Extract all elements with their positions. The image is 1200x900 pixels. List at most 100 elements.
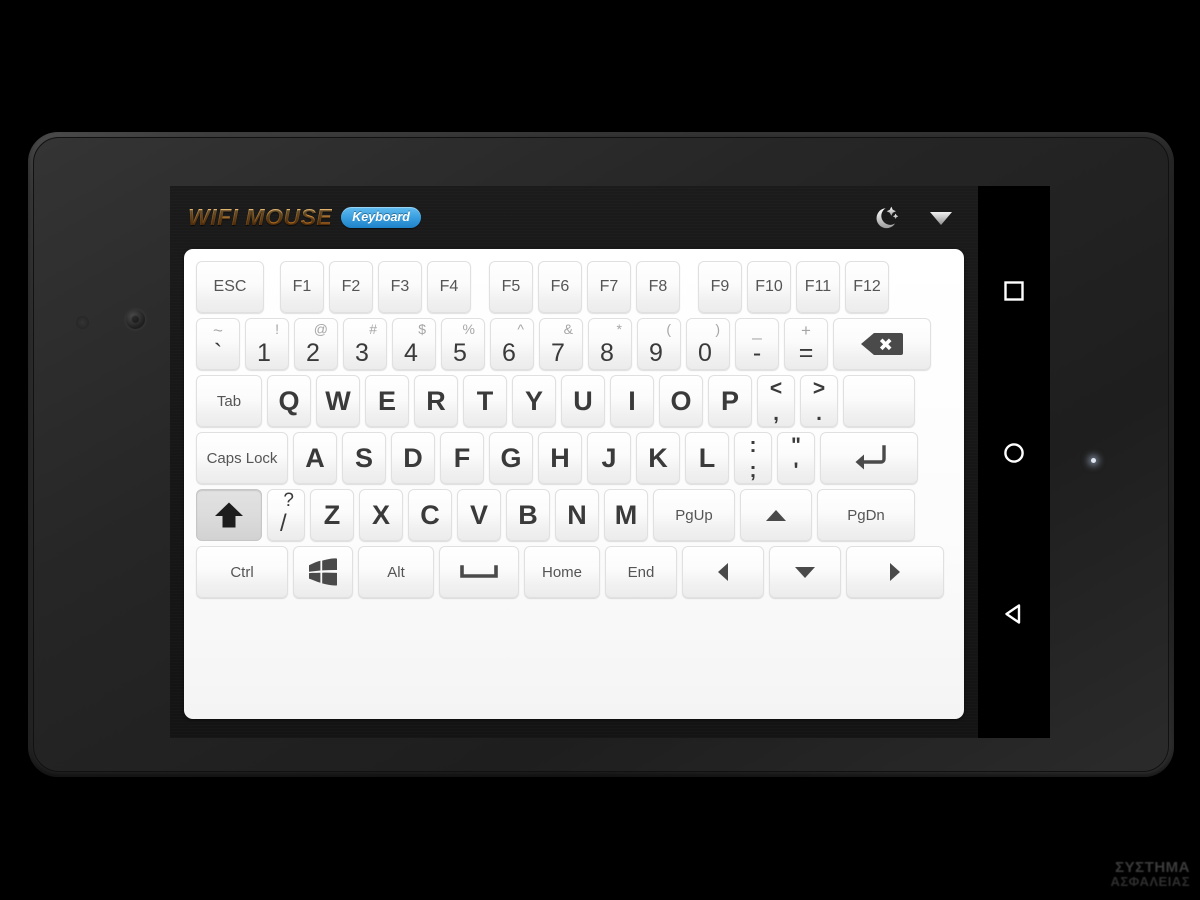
key-digit-7[interactable]: & 7 bbox=[539, 318, 583, 370]
key-digit-4[interactable]: $4 bbox=[392, 318, 436, 370]
key-quote[interactable]: " ' bbox=[777, 432, 815, 484]
key-key-j[interactable]: J bbox=[587, 432, 631, 484]
key-key-z[interactable]: Z bbox=[310, 489, 354, 541]
key-f2[interactable]: F2 bbox=[329, 261, 373, 313]
key-key-k[interactable]: K bbox=[636, 432, 680, 484]
key-f9[interactable]: F9 bbox=[698, 261, 742, 313]
front-camera bbox=[126, 310, 145, 329]
key-arrow-right[interactable] bbox=[846, 546, 944, 598]
key-digit-0[interactable]: ) 0 bbox=[686, 318, 730, 370]
key-key-c[interactable]: C bbox=[408, 489, 452, 541]
key-end[interactable]: End bbox=[605, 546, 677, 598]
key-esc[interactable]: ESC bbox=[196, 261, 264, 313]
notification-led bbox=[1091, 458, 1096, 463]
key-enter[interactable] bbox=[820, 432, 918, 484]
key-f12[interactable]: F12 bbox=[845, 261, 889, 313]
key-arrow-up[interactable] bbox=[740, 489, 812, 541]
key-ctrl[interactable]: Ctrl bbox=[196, 546, 288, 598]
key-label: F10 bbox=[755, 278, 783, 295]
arrow-right-icon bbox=[890, 563, 900, 581]
key-page-up[interactable]: PgUp bbox=[653, 489, 735, 541]
key-f5[interactable]: F5 bbox=[489, 261, 533, 313]
key-key-p[interactable]: P bbox=[708, 375, 752, 427]
key-f10[interactable]: F10 bbox=[747, 261, 791, 313]
key-backslash[interactable] bbox=[843, 375, 915, 427]
key-backquote[interactable]: ~ ` bbox=[196, 318, 240, 370]
moon-icon[interactable] bbox=[870, 201, 904, 235]
key-key-n[interactable]: N bbox=[555, 489, 599, 541]
key-label: F9 bbox=[710, 278, 730, 295]
key-f3[interactable]: F3 bbox=[378, 261, 422, 313]
key-key-l[interactable]: L bbox=[685, 432, 729, 484]
key-label: B bbox=[518, 499, 538, 530]
key-f6[interactable]: F6 bbox=[538, 261, 582, 313]
key-label: A bbox=[305, 442, 325, 473]
key-space[interactable] bbox=[439, 546, 519, 598]
key-home[interactable]: Home bbox=[524, 546, 600, 598]
recents-button[interactable] bbox=[978, 278, 1050, 304]
key-key-f[interactable]: F bbox=[440, 432, 484, 484]
key-semicolon[interactable]: :; bbox=[734, 432, 772, 484]
key-key-h[interactable]: H bbox=[538, 432, 582, 484]
key-digit-3[interactable]: #3 bbox=[343, 318, 387, 370]
key-legend-shifted: ! bbox=[275, 321, 279, 337]
key-key-s[interactable]: S bbox=[342, 432, 386, 484]
key-minus[interactable]: _ - bbox=[735, 318, 779, 370]
key-tab[interactable]: Tab bbox=[196, 375, 262, 427]
key-key-m[interactable]: M bbox=[604, 489, 648, 541]
key-key-b[interactable]: B bbox=[506, 489, 550, 541]
watermark-line-1: ΣΥΣΤΗΜΑ bbox=[1115, 859, 1190, 876]
key-arrow-left[interactable] bbox=[682, 546, 764, 598]
key-backspace[interactable] bbox=[833, 318, 931, 370]
key-slash[interactable]: ? / bbox=[267, 489, 305, 541]
key-digit-2[interactable]: @2 bbox=[294, 318, 338, 370]
key-f1[interactable]: F1 bbox=[280, 261, 324, 313]
key-arrow-down[interactable] bbox=[769, 546, 841, 598]
key-key-g[interactable]: G bbox=[489, 432, 533, 484]
key-f8[interactable]: F8 bbox=[636, 261, 680, 313]
key-key-r[interactable]: R bbox=[414, 375, 458, 427]
key-digit-5[interactable]: % 5 bbox=[441, 318, 485, 370]
key-f7[interactable]: F7 bbox=[587, 261, 631, 313]
key-legend-shifted: ) bbox=[715, 321, 720, 337]
key-windows[interactable] bbox=[293, 546, 353, 598]
key-digit-1[interactable]: ! 1 bbox=[245, 318, 289, 370]
triangle-left-icon bbox=[1005, 604, 1021, 624]
key-key-u[interactable]: U bbox=[561, 375, 605, 427]
key-key-d[interactable]: D bbox=[391, 432, 435, 484]
key-shift[interactable] bbox=[196, 489, 262, 541]
key-legend-base: 1 bbox=[257, 339, 271, 367]
key-bracket-right[interactable]: >. bbox=[800, 375, 838, 427]
chevron-down-icon[interactable] bbox=[928, 209, 954, 227]
key-page-down[interactable]: PgDn bbox=[817, 489, 915, 541]
key-key-x[interactable]: X bbox=[359, 489, 403, 541]
key-f11[interactable]: F11 bbox=[796, 261, 840, 313]
key-bracket-left[interactable]: <, bbox=[757, 375, 795, 427]
key-caps-lock[interactable]: Caps Lock bbox=[196, 432, 288, 484]
shift-up-arrow-icon bbox=[215, 502, 243, 528]
key-key-a[interactable]: A bbox=[293, 432, 337, 484]
title-bar-actions bbox=[870, 201, 954, 235]
key-key-o[interactable]: O bbox=[659, 375, 703, 427]
key-key-y[interactable]: Y bbox=[512, 375, 556, 427]
key-alt[interactable]: Alt bbox=[358, 546, 434, 598]
square-icon bbox=[1004, 281, 1024, 301]
key-digit-8[interactable]: * 8 bbox=[588, 318, 632, 370]
back-button[interactable] bbox=[978, 600, 1050, 628]
key-key-e[interactable]: E bbox=[365, 375, 409, 427]
key-key-w[interactable]: W bbox=[316, 375, 360, 427]
key-label: R bbox=[426, 385, 446, 416]
key-equal[interactable]: + = bbox=[784, 318, 828, 370]
tablet-bezel: WIFI MOUSE Keyboard ESC F1 F2 F3 F4 F5 F… bbox=[33, 137, 1169, 772]
key-key-v[interactable]: V bbox=[457, 489, 501, 541]
key-digit-6[interactable]: ^ 6 bbox=[490, 318, 534, 370]
key-f4[interactable]: F4 bbox=[427, 261, 471, 313]
mode-badge: Keyboard bbox=[341, 207, 421, 228]
watermark: ΣΥΣΤΗΜΑ ΑΣΦΑΛΕΙΑΣ bbox=[1070, 860, 1190, 888]
key-key-i[interactable]: I bbox=[610, 375, 654, 427]
home-button[interactable] bbox=[978, 440, 1050, 466]
key-key-t[interactable]: T bbox=[463, 375, 507, 427]
key-legend-base: 6 bbox=[502, 339, 516, 367]
key-key-q[interactable]: Q bbox=[267, 375, 311, 427]
key-digit-9[interactable]: (9 bbox=[637, 318, 681, 370]
